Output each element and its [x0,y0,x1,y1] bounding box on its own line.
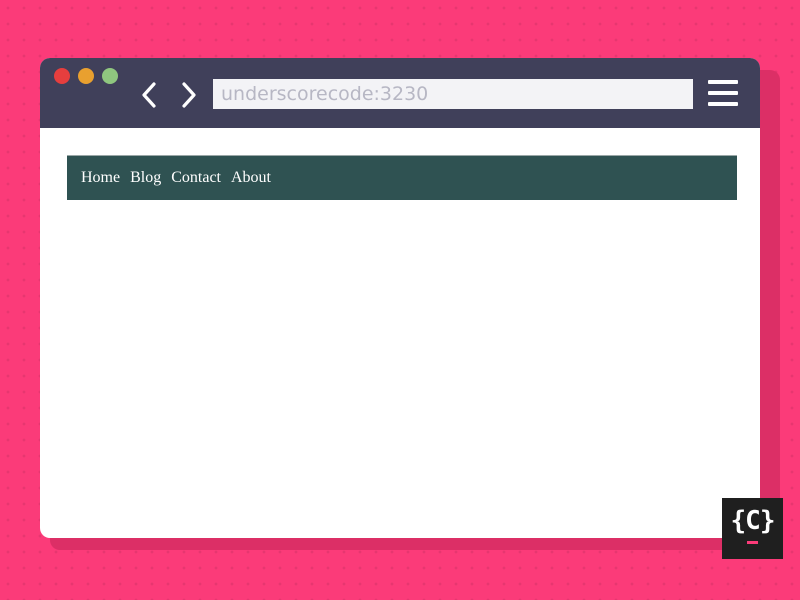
forward-button[interactable] [176,80,200,110]
browser-toolbar [40,58,760,128]
brand-logo: {C} [722,498,783,559]
site-navigation: Home Blog Contact About [67,155,737,200]
minimize-window-button[interactable] [78,68,94,84]
close-window-button[interactable] [54,68,70,84]
hamburger-menu-icon [708,80,738,106]
nav-link-about[interactable]: About [231,169,271,186]
nav-link-home[interactable]: Home [81,169,120,186]
logo-text: {C} [730,506,776,536]
chevron-right-icon [182,82,196,108]
maximize-window-button[interactable] [102,68,118,84]
address-bar[interactable] [213,79,693,109]
back-button[interactable] [138,80,162,110]
browser-menu-button[interactable] [708,80,738,108]
logo-underscore [747,541,758,544]
nav-link-contact[interactable]: Contact [171,169,221,186]
chevron-left-icon [142,82,156,108]
nav-link-blog[interactable]: Blog [130,169,161,186]
browser-window: Home Blog Contact About [40,58,760,538]
